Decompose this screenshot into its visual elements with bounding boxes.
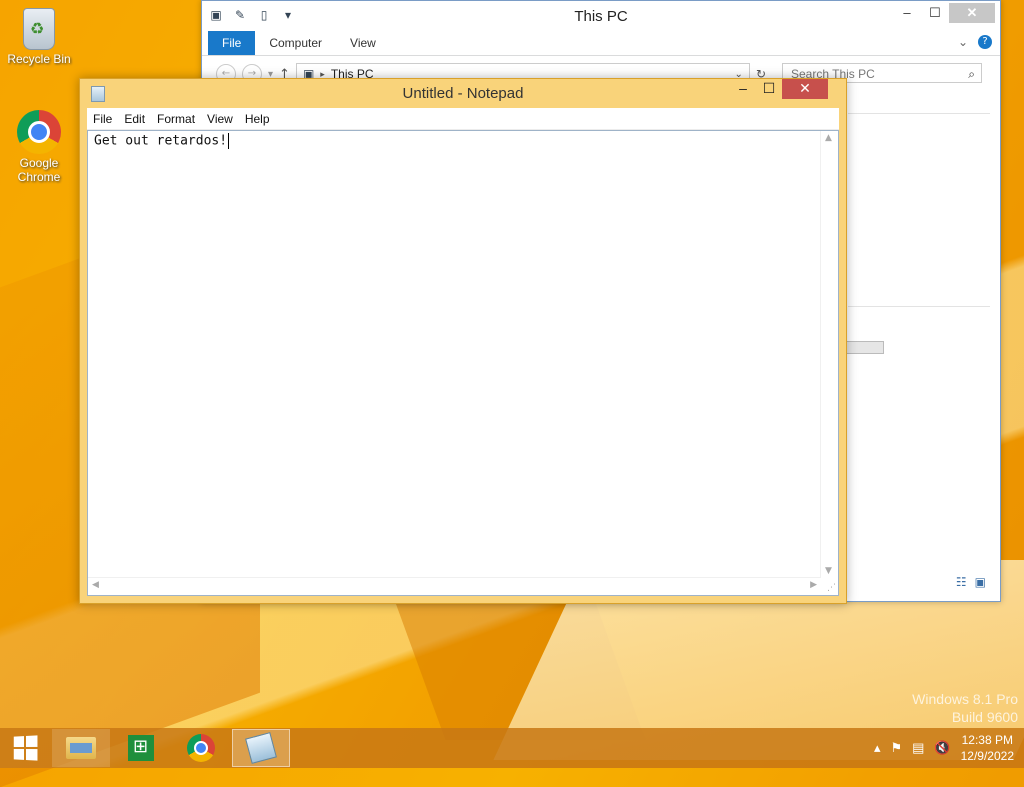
menu-help[interactable]: Help bbox=[239, 112, 276, 126]
volume-muted-icon[interactable]: 🔇 bbox=[934, 740, 950, 756]
editor-text: Get out retardos! bbox=[94, 133, 228, 149]
taskbar-chrome[interactable] bbox=[172, 729, 230, 767]
explorer-window-controls: – ☐ ✕ bbox=[893, 3, 995, 23]
start-button[interactable] bbox=[0, 728, 50, 768]
system-tray: ▴ ⚑ ▤ 🔇 12:38 PM 12/9/2022 bbox=[874, 728, 1014, 768]
divider bbox=[848, 306, 990, 307]
scroll-up-icon[interactable]: ▲ bbox=[825, 133, 832, 143]
taskbar-store[interactable] bbox=[112, 729, 170, 767]
tab-view[interactable]: View bbox=[336, 31, 390, 55]
action-center-flag-icon[interactable]: ⚑ bbox=[890, 740, 902, 756]
scroll-left-icon[interactable]: ◀ bbox=[92, 580, 99, 590]
ribbon-tabs: File Computer View bbox=[202, 31, 1000, 56]
menu-edit[interactable]: Edit bbox=[118, 112, 151, 126]
ribbon-right-controls: ⌄ ? bbox=[958, 35, 992, 49]
taskbar-file-explorer[interactable] bbox=[52, 729, 110, 767]
desktop-icon-label: Google Chrome bbox=[17, 156, 61, 184]
resize-grip-icon[interactable]: ⋰ bbox=[827, 583, 836, 593]
minimize-button[interactable]: – bbox=[893, 3, 921, 23]
editor-content[interactable]: Get out retardos! bbox=[94, 133, 230, 149]
taskbar-notepad[interactable] bbox=[232, 729, 290, 767]
close-button[interactable]: ✕ bbox=[949, 3, 995, 23]
desktop-icon-label: Recycle Bin bbox=[7, 52, 71, 66]
close-button[interactable]: ✕ bbox=[782, 79, 828, 99]
notepad-window-controls: – ☐ ✕ bbox=[730, 79, 828, 99]
drive-usage-bar bbox=[846, 341, 884, 354]
notepad-window[interactable]: Untitled - Notepad – ☐ ✕ File Edit Forma… bbox=[79, 78, 847, 604]
search-icon: ⌕ bbox=[968, 67, 975, 81]
minimize-button[interactable]: – bbox=[730, 79, 756, 99]
windows-watermark: Windows 8.1 Pro Build 9600 bbox=[912, 690, 1018, 726]
notepad-icon bbox=[245, 732, 277, 764]
menu-file[interactable]: File bbox=[87, 112, 118, 126]
file-explorer-icon bbox=[66, 737, 96, 759]
menu-format[interactable]: Format bbox=[151, 112, 201, 126]
clock-time: 12:38 PM bbox=[961, 733, 1013, 747]
store-icon bbox=[128, 735, 154, 761]
view-toggle: ☷ ▣ bbox=[956, 575, 986, 589]
maximize-button[interactable]: ☐ bbox=[756, 79, 782, 99]
vertical-scrollbar[interactable]: ▲ ▼ bbox=[820, 131, 838, 578]
large-icons-view-icon[interactable]: ▣ bbox=[975, 575, 986, 589]
recycle-bin-icon bbox=[23, 8, 55, 50]
help-icon[interactable]: ? bbox=[978, 35, 992, 49]
taskbar: ▴ ⚑ ▤ 🔇 12:38 PM 12/9/2022 bbox=[0, 728, 1024, 768]
notepad-titlebar[interactable]: Untitled - Notepad – ☐ ✕ bbox=[80, 79, 846, 107]
explorer-title: This PC bbox=[574, 8, 628, 25]
chrome-icon bbox=[17, 110, 61, 154]
show-hidden-icons-icon[interactable]: ▴ bbox=[874, 740, 881, 756]
tab-file[interactable]: File bbox=[208, 31, 256, 55]
divider bbox=[848, 113, 990, 114]
menu-view[interactable]: View bbox=[201, 112, 239, 126]
scroll-right-icon[interactable]: ▶ bbox=[810, 580, 817, 590]
scroll-down-icon[interactable]: ▼ bbox=[825, 566, 832, 576]
watermark-build: Build 9600 bbox=[951, 709, 1018, 725]
clock-date: 12/9/2022 bbox=[960, 749, 1014, 763]
expand-ribbon-icon[interactable]: ⌄ bbox=[958, 35, 968, 49]
watermark-edition: Windows 8.1 Pro bbox=[912, 691, 1018, 707]
maximize-button[interactable]: ☐ bbox=[921, 3, 949, 23]
chrome-icon bbox=[187, 734, 215, 762]
clock[interactable]: 12:38 PM 12/9/2022 bbox=[961, 732, 1014, 764]
explorer-titlebar[interactable]: ▣ ✎ ▯ ▾ This PC – ☐ ✕ bbox=[202, 1, 1000, 31]
windows-logo-icon bbox=[13, 735, 38, 761]
text-editor-area[interactable]: Get out retardos! ▲ ▼ ◀ ▶ ⋰ bbox=[87, 130, 839, 596]
text-caret bbox=[228, 133, 230, 149]
details-view-icon[interactable]: ☷ bbox=[956, 575, 967, 589]
horizontal-scrollbar[interactable]: ◀ ▶ bbox=[88, 577, 821, 595]
desktop-icon-chrome[interactable]: Google Chrome bbox=[4, 110, 74, 184]
tab-computer[interactable]: Computer bbox=[255, 31, 336, 55]
network-icon[interactable]: ▤ bbox=[912, 740, 924, 756]
menu-bar: File Edit Format View Help bbox=[87, 108, 839, 130]
desktop-icon-recycle-bin[interactable]: Recycle Bin bbox=[4, 8, 74, 66]
